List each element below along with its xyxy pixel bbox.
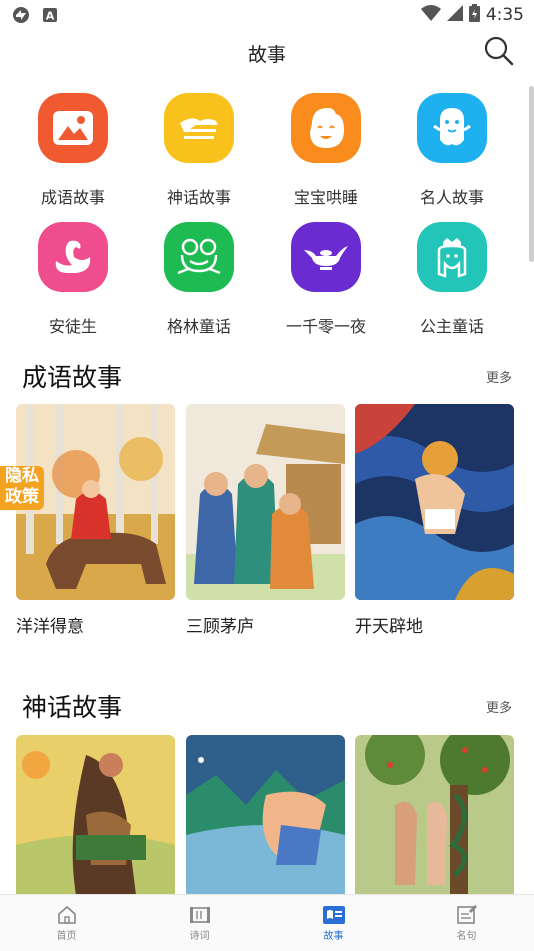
- battery-icon: [468, 4, 480, 26]
- story-illustration: [186, 404, 345, 600]
- princess-icon: [437, 238, 467, 278]
- category-icon-bg: [38, 93, 108, 163]
- ghost-icon: [433, 108, 471, 146]
- category-grimm[interactable]: 格林童话: [136, 222, 262, 337]
- home-icon: [57, 905, 76, 924]
- category-label: 一千零一夜: [285, 317, 366, 336]
- status-time: 4:35: [485, 5, 524, 25]
- category-chengyu[interactable]: 成语故事: [10, 93, 136, 208]
- category-icon-bg: [417, 222, 487, 292]
- nav-poetry[interactable]: 诗词: [133, 895, 266, 951]
- svg-text:A: A: [46, 10, 55, 23]
- story-title: 开天辟地: [355, 617, 423, 637]
- scrollbar[interactable]: [529, 86, 534, 262]
- sync-icon: [12, 6, 30, 28]
- category-shenhua[interactable]: 神话故事: [136, 93, 262, 208]
- baby-face-icon: [310, 108, 344, 148]
- search-icon: [484, 36, 514, 66]
- nav-label: 诗词: [189, 931, 210, 942]
- category-label: 名人故事: [419, 188, 484, 207]
- nav-label: 首页: [56, 931, 77, 942]
- nav-quotes[interactable]: 名句: [400, 895, 533, 951]
- swan-icon: [55, 240, 91, 273]
- category-label: 安徒生: [48, 317, 97, 336]
- category-icon-bg: [38, 222, 108, 292]
- category-princess[interactable]: 公主童话: [389, 222, 515, 337]
- category-icon-bg: [291, 222, 361, 292]
- privacy-label-line2: 政策: [5, 487, 39, 507]
- nav-label: 故事: [323, 931, 344, 942]
- top-bar: 故事: [0, 30, 534, 74]
- page-title: 故事: [247, 44, 286, 66]
- category-label: 成语故事: [40, 188, 105, 207]
- magic-lamp-icon: [304, 246, 348, 270]
- category-icon-bg: [164, 222, 234, 292]
- category-icon-bg: [417, 93, 487, 163]
- frog-icon: [177, 238, 221, 275]
- section-title: 神话故事: [22, 693, 123, 722]
- status-bar: A 4:35: [0, 0, 534, 30]
- story-title: 三顾茅庐: [186, 617, 254, 637]
- story-card[interactable]: 洋洋得意: [16, 404, 175, 637]
- category-mingren[interactable]: 名人故事: [389, 93, 515, 208]
- story-illustration: [186, 735, 345, 895]
- signal-icon: [446, 5, 463, 25]
- a-icon: A: [42, 7, 58, 27]
- book-icon: [322, 906, 345, 924]
- story-card[interactable]: 开天辟地: [355, 404, 514, 637]
- edit-icon: [456, 905, 477, 924]
- cloud-icon: [180, 118, 218, 139]
- category-icon-bg: [291, 93, 361, 163]
- nav-label: 名句: [456, 931, 477, 942]
- category-icon-bg: [164, 93, 234, 163]
- landscape-icon: [53, 111, 93, 145]
- nav-home[interactable]: 首页: [0, 895, 133, 951]
- story-card[interactable]: [355, 735, 514, 895]
- category-label: 公主童话: [419, 317, 484, 336]
- section-title: 成语故事: [22, 363, 123, 392]
- wifi-icon: [420, 5, 441, 25]
- category-andersen[interactable]: 安徒生: [10, 222, 136, 337]
- privacy-label-line1: 隐私: [5, 466, 39, 486]
- scroll-icon: [189, 907, 210, 923]
- story-illustration: [16, 735, 175, 895]
- story-card[interactable]: [16, 735, 175, 895]
- category-label: 神话故事: [166, 188, 231, 207]
- category-label: 宝宝哄睡: [293, 188, 358, 207]
- category-baobao[interactable]: 宝宝哄睡: [263, 93, 389, 208]
- story-illustration: [355, 404, 514, 600]
- more-link[interactable]: 更多: [486, 697, 512, 716]
- story-illustration: [355, 735, 514, 895]
- bottom-nav: 首页 诗词 故事 名句: [0, 894, 534, 951]
- story-card[interactable]: [186, 735, 345, 895]
- story-title: 洋洋得意: [16, 617, 84, 637]
- category-arabian-nights[interactable]: 一千零一夜: [263, 222, 389, 337]
- nav-stories[interactable]: 故事: [267, 895, 400, 951]
- category-label: 格林童话: [166, 317, 231, 336]
- privacy-policy-button[interactable]: 隐私 政策: [0, 466, 44, 510]
- search-button[interactable]: [482, 34, 516, 68]
- story-card[interactable]: 三顾茅庐: [186, 404, 345, 637]
- more-link[interactable]: 更多: [486, 367, 512, 386]
